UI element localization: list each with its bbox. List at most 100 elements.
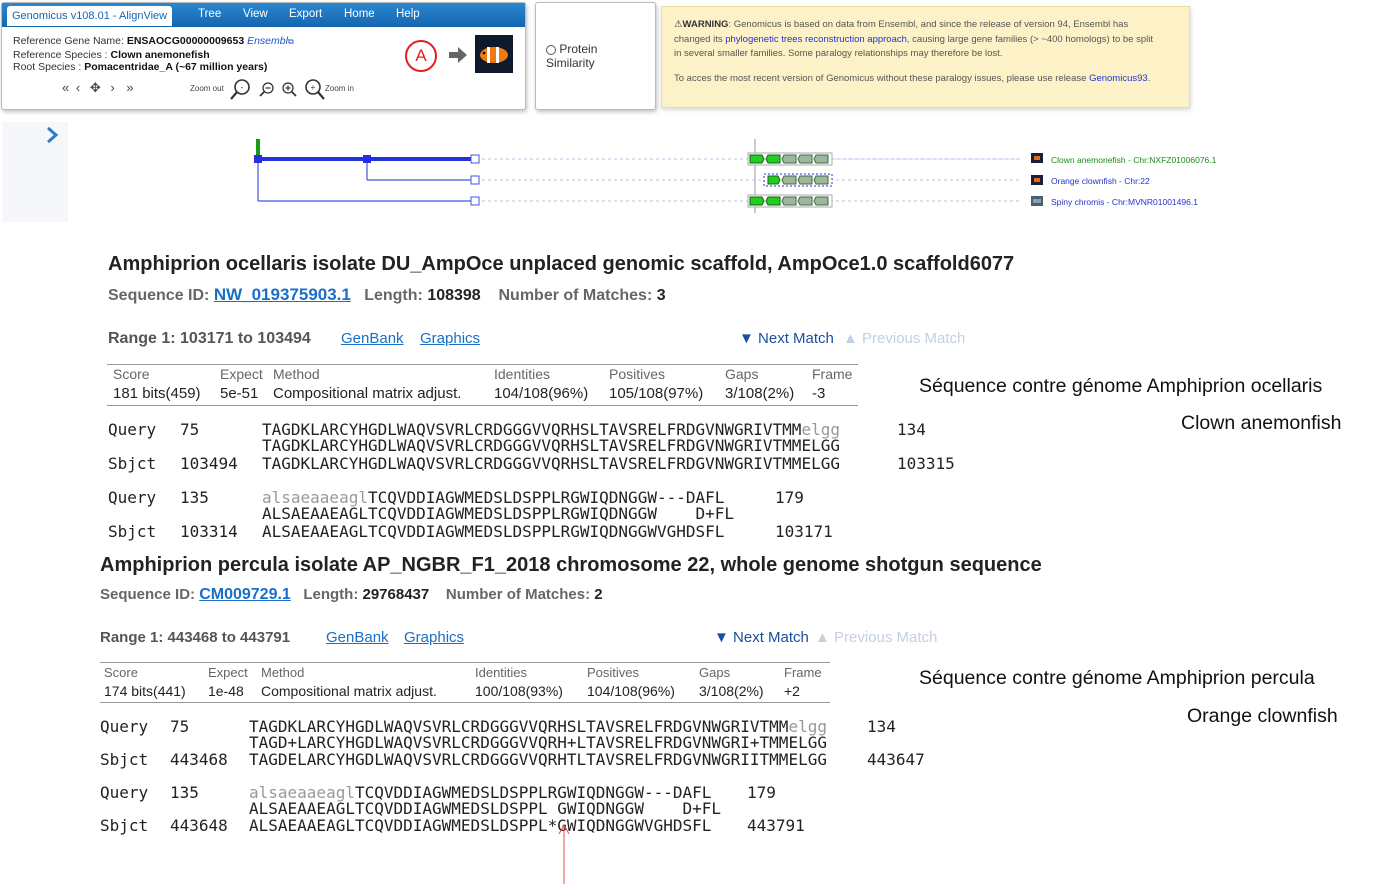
left-arrow-icon[interactable]: ‹ — [76, 80, 80, 95]
svg-text:-: - — [241, 83, 244, 92]
warning-text-3: in several smaller families. Some paralo… — [674, 48, 1003, 59]
external-link-icon: ⧉ — [287, 37, 294, 46]
leaf-node[interactable] — [470, 196, 480, 206]
gene-info: Reference Gene Name: ENSAOCG00000009653 … — [13, 35, 294, 74]
svg-text:+: + — [311, 83, 316, 92]
identities-value: 100/108(93%) — [475, 683, 563, 699]
ensembl-link[interactable]: Ensembl — [247, 35, 288, 47]
warning-text-4: To acces the most recent version of Geno… — [674, 72, 1090, 84]
sbjct-end: 443647 — [867, 750, 925, 769]
sbjct-start: 103314 — [180, 522, 238, 541]
menu-tree[interactable]: Tree — [198, 8, 221, 20]
zoom-in-label: Zoom in — [325, 84, 354, 93]
matches-value: 3 — [656, 287, 666, 304]
sbjct-end: 103171 — [775, 522, 833, 541]
query-start: 135 — [170, 783, 199, 802]
root-species-label: Root Species : — [13, 61, 82, 73]
sbjct-start: 443468 — [170, 750, 228, 769]
frame-header: Frame — [812, 366, 853, 382]
genbank-link[interactable]: GenBank — [326, 629, 389, 646]
seqid-label: Sequence ID: — [108, 287, 210, 304]
frame-header: Frame — [784, 665, 822, 680]
previous-match-link: ▲ Previous Match — [843, 330, 966, 347]
stop-codon-pointer-arrow — [558, 823, 570, 884]
length-label: Length: — [303, 586, 359, 603]
zoom-out-max-icon[interactable]: - — [228, 77, 254, 101]
species-label-spiny[interactable]: Spiny chromis - Chr:MVNR01001496.1 — [1051, 197, 1198, 207]
positives-value: 105/108(97%) — [609, 385, 704, 402]
score-header: Score — [113, 366, 150, 382]
protein-similarity-panel: Protein Similarity — [535, 2, 656, 110]
double-right-arrow-icon[interactable]: » — [126, 80, 133, 95]
hit2-range: Range 1: 443468 to 443791 — [100, 629, 291, 646]
protein-label: Protein — [559, 42, 598, 56]
zoom-out-icon[interactable] — [258, 81, 276, 99]
species-label-clown[interactable]: Clown anemonefish - Chr:NXFZ01006076.1 — [1051, 155, 1216, 165]
gaps-header: Gaps — [699, 665, 731, 680]
match-line: ALSAEAAEAGLTCQVDDIAGWMEDSLDSPPL GWIQDNGG… — [249, 799, 722, 818]
gaps-value: 3/108(2%) — [699, 683, 764, 699]
seqid-link[interactable]: CM009729.1 — [199, 586, 291, 603]
method-value: Compositional matrix adjust. — [261, 683, 437, 699]
gene-block-row-1[interactable] — [747, 152, 833, 166]
nav-controls: « ‹ ✥ › » — [62, 80, 134, 96]
previous-match-link: ▲ Previous Match — [815, 629, 938, 646]
annotation-hit2-genome: Séquence contre génome Amphiprion percul… — [919, 667, 1315, 689]
graphics-link[interactable]: Graphics — [420, 330, 480, 347]
warning-text-4-end: . — [1147, 72, 1151, 84]
query-end: 134 — [897, 420, 926, 439]
next-match-link[interactable]: ▼ Next Match — [739, 330, 834, 347]
menu-view[interactable]: View — [243, 8, 268, 20]
hit1-range: Range 1: 103171 to 103494 — [108, 330, 311, 347]
phylogenetic-trees-link[interactable]: phylogenetic trees reconstruction approa… — [725, 34, 907, 45]
expand-chevron-icon[interactable] — [44, 126, 60, 144]
double-left-arrow-icon[interactable]: « — [62, 80, 69, 95]
graphics-link[interactable]: Graphics — [404, 629, 464, 646]
hit2-meta: Sequence ID: CM009729.1 Length: 29768437… — [100, 586, 603, 604]
right-arrow-icon[interactable]: › — [110, 80, 114, 95]
leaf-node[interactable] — [470, 154, 480, 164]
clownfish-icon — [475, 35, 513, 73]
query-end: 179 — [747, 783, 776, 802]
gene-block-row-3[interactable] — [747, 194, 833, 208]
identities-value: 104/108(96%) — [494, 385, 589, 402]
match-line: TAGD+LARCYHGDLWAQVSVRLCRDGGGVVQRH+LTAVSR… — [249, 733, 827, 752]
similarity-label: Similarity — [546, 56, 595, 70]
genomicus93-link[interactable]: Genomicus93 — [1089, 73, 1148, 84]
menu-home[interactable]: Home — [344, 8, 375, 20]
query-label: Query — [108, 488, 157, 507]
query-start: 135 — [180, 488, 209, 507]
length-value: 108398 — [427, 287, 481, 304]
expect-header: Expect — [220, 366, 263, 382]
next-match-link[interactable]: ▼ Next Match — [714, 629, 809, 646]
frame-value: +2 — [784, 683, 800, 699]
app-title-tab[interactable]: Genomicus v108.01 - AlignView — [7, 6, 173, 26]
sbjct-end: 443791 — [747, 816, 805, 835]
ref-gene-value: ENSAOCG00000009653 — [126, 35, 245, 47]
menu-help[interactable]: Help — [396, 8, 420, 20]
genbank-link[interactable]: GenBank — [341, 330, 404, 347]
positives-header: Positives — [587, 665, 640, 680]
warning-icon: ⚠ — [674, 19, 683, 30]
hit2-title: Amphiprion percula isolate AP_NGBR_F1_20… — [100, 554, 1042, 576]
protein-similarity-radio[interactable] — [546, 44, 556, 55]
species-label-orange[interactable]: Orange clownfish - Chr:22 — [1051, 176, 1150, 186]
match-line: TAGDKLARCYHGDLWAQVSVRLCRDGGGVVQRHSLTAVSR… — [262, 436, 840, 455]
sbjct-end: 103315 — [897, 454, 955, 473]
query-label: Query — [100, 717, 149, 736]
menu-export[interactable]: Export — [289, 8, 322, 20]
zoom-in-icon[interactable] — [280, 81, 298, 99]
annotation-hit1-genome: Séquence contre génome Amphiprion ocella… — [919, 375, 1323, 397]
genomicus-panel: Genomicus v108.01 - AlignView Tree View … — [1, 2, 526, 110]
move-icon[interactable]: ✥ — [90, 80, 101, 95]
method-value: Compositional matrix adjust. — [273, 385, 462, 402]
gene-block-row-2[interactable] — [763, 173, 833, 187]
hit1-meta: Sequence ID: NW_019375903.1 Length: 1083… — [108, 285, 666, 305]
seqid-link[interactable]: NW_019375903.1 — [214, 285, 351, 304]
query-end: 134 — [867, 717, 896, 736]
sbjct-label: Sbjct — [100, 750, 149, 769]
leaf-node[interactable] — [470, 175, 480, 185]
frame-value: -3 — [812, 385, 826, 402]
circle-a-badge: A — [405, 40, 437, 72]
zoom-out-label: Zoom out — [190, 84, 224, 93]
